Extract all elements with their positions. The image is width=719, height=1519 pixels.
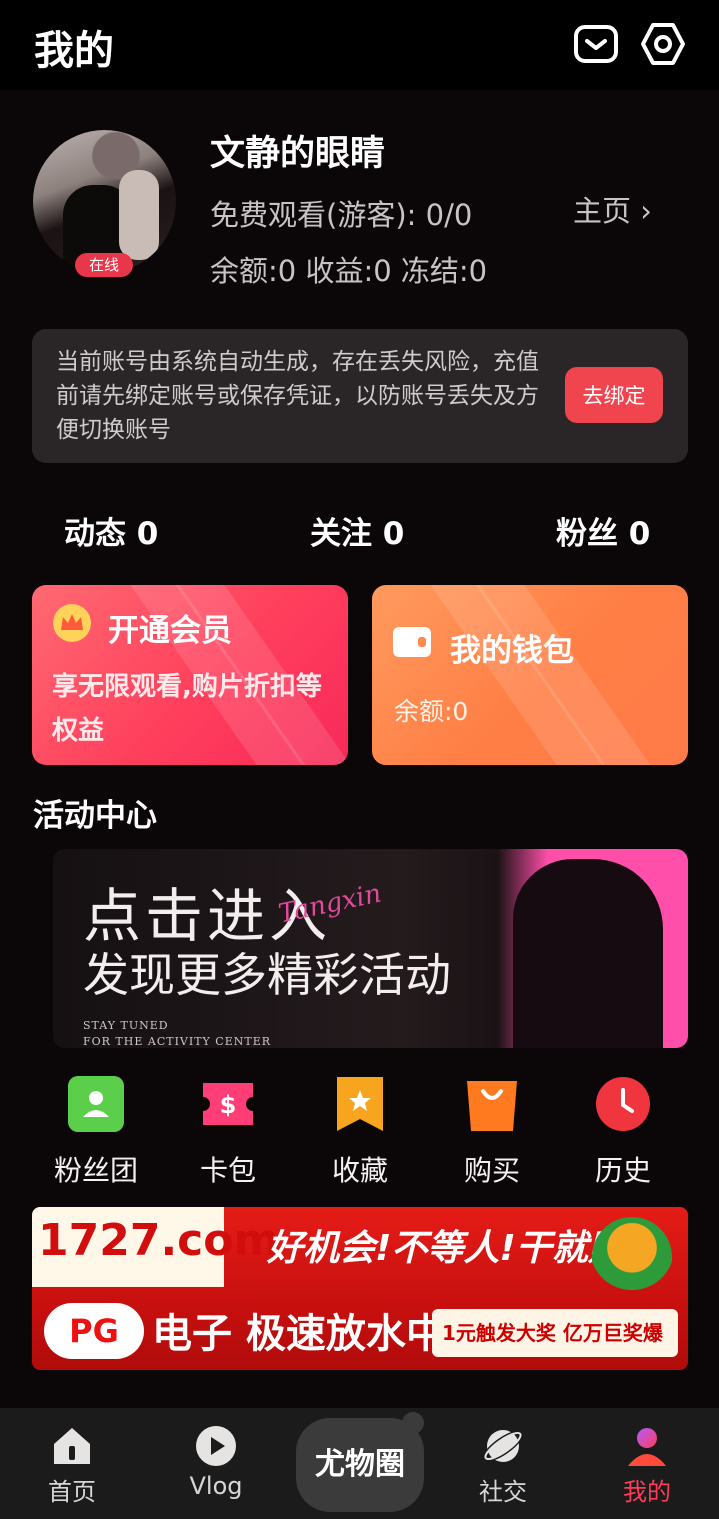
username: 文静的眼睛 bbox=[210, 134, 386, 174]
ad-mascot bbox=[592, 1217, 672, 1305]
ad-banner[interactable]: 1727.com 好机会!不等人!干就赚! PG 电子 极速放水中 1元触发大奖… bbox=[32, 1207, 688, 1370]
tab-label: 首页 bbox=[48, 1478, 96, 1506]
account-warning-notice: 当前账号由系统自动生成，存在丢失风险，充值前请先绑定账号或保存凭证，以防账号丢失… bbox=[32, 329, 688, 463]
ad-pg-badge: PG bbox=[44, 1303, 144, 1359]
top-bar: 我的 bbox=[0, 0, 719, 90]
wallet-card[interactable]: 我的钱包 余额:0 bbox=[372, 585, 688, 765]
tab-home[interactable]: 首页 bbox=[22, 1408, 122, 1519]
planet-icon bbox=[483, 1430, 523, 1462]
ad-promo: 1元触发大奖 亿万巨奖爆不停 bbox=[432, 1309, 678, 1370]
shortcut-favorites[interactable]: 收藏 bbox=[305, 1075, 415, 1187]
avatar-shoulder bbox=[119, 170, 159, 260]
home-icon bbox=[54, 1428, 90, 1464]
tab-me[interactable]: 我的 bbox=[597, 1408, 697, 1519]
stat-posts[interactable]: 动态 0 bbox=[64, 508, 158, 553]
profile-page: 在线 文静的眼睛 免费观看(游客): 0/0 余额:0 收益:0 冻结:0 主页… bbox=[0, 90, 719, 1408]
ad-brand-logo: 1727.com bbox=[32, 1207, 279, 1287]
purchase-icon bbox=[467, 1081, 517, 1131]
shortcut-label: 收藏 bbox=[331, 1154, 388, 1187]
tab-label: 社交 bbox=[479, 1478, 527, 1506]
vip-card-description: 享无限观看,购片折扣等权益 bbox=[52, 672, 322, 746]
balance-summary: 余额:0 收益:0 冻结:0 bbox=[210, 254, 488, 288]
play-icon bbox=[196, 1426, 236, 1466]
ad-slogan: 好机会!不等人!干就赚! bbox=[267, 1228, 641, 1269]
crown-icon bbox=[53, 604, 91, 642]
favorites-icon bbox=[337, 1077, 383, 1131]
stat-following[interactable]: 关注 0 bbox=[310, 508, 404, 553]
shortcut-label: 历史 bbox=[594, 1154, 651, 1187]
vip-card-title: 开通会员 bbox=[108, 613, 232, 649]
activity-center-title: 活动中心 bbox=[33, 798, 157, 834]
shortcut-card-wallet[interactable]: $ 卡包 bbox=[173, 1075, 283, 1187]
free-watch-quota: 免费观看(游客): 0/0 bbox=[210, 198, 473, 232]
avatar[interactable] bbox=[33, 130, 176, 273]
fan-group-icon bbox=[68, 1076, 124, 1132]
page-title: 我的 bbox=[34, 28, 114, 74]
stat-followers[interactable]: 粉丝 0 bbox=[556, 508, 650, 553]
history-icon bbox=[596, 1077, 650, 1131]
shortcut-label: 购买 bbox=[463, 1154, 520, 1187]
banner-caption: FOR THE ACTIVITY CENTER bbox=[83, 1035, 272, 1048]
tab-label: 我的 bbox=[623, 1478, 671, 1506]
online-status-badge: 在线 bbox=[75, 253, 133, 277]
banner-silhouette bbox=[513, 859, 663, 1048]
activity-banner[interactable]: 点击进入 Tangxin 发现更多精彩活动 STAY TUNED FOR THE… bbox=[53, 849, 688, 1048]
tab-label: Vlog bbox=[189, 1472, 243, 1500]
tab-center-circle[interactable]: 尤物圈 bbox=[296, 1418, 424, 1512]
vip-card[interactable]: 开通会员 享无限观看,购片折扣等权益 bbox=[32, 585, 348, 765]
profile-icon bbox=[628, 1428, 666, 1466]
shortcut-fan-group[interactable]: 粉丝团 bbox=[41, 1075, 151, 1187]
card-wallet-icon: $ bbox=[203, 1083, 253, 1125]
ad-headline: 电子 极速放水中 bbox=[152, 1311, 446, 1357]
message-icon[interactable] bbox=[573, 21, 619, 67]
bind-account-button[interactable]: 去绑定 bbox=[565, 367, 663, 423]
shortcut-label: 粉丝团 bbox=[53, 1154, 138, 1187]
shortcut-purchase[interactable]: 购买 bbox=[437, 1075, 547, 1187]
banner-subheadline: 发现更多精彩活动 bbox=[83, 948, 451, 1002]
homepage-link[interactable]: 主页 › bbox=[573, 188, 652, 230]
wallet-balance: 余额:0 bbox=[394, 697, 469, 726]
settings-icon[interactable] bbox=[640, 21, 686, 67]
tab-vlog[interactable]: Vlog bbox=[166, 1408, 266, 1519]
shortcut-history[interactable]: 历史 bbox=[568, 1075, 678, 1187]
svg-text:$: $ bbox=[220, 1091, 237, 1119]
banner-caption: STAY TUNED bbox=[83, 1019, 169, 1032]
tab-social[interactable]: 社交 bbox=[453, 1408, 553, 1519]
shortcut-label: 卡包 bbox=[199, 1154, 256, 1187]
wallet-icon bbox=[393, 627, 431, 657]
wallet-card-title: 我的钱包 bbox=[450, 633, 574, 669]
notice-text: 当前账号由系统自动生成，存在丢失风险，充值前请先绑定账号或保存凭证，以防账号丢失… bbox=[56, 349, 539, 443]
